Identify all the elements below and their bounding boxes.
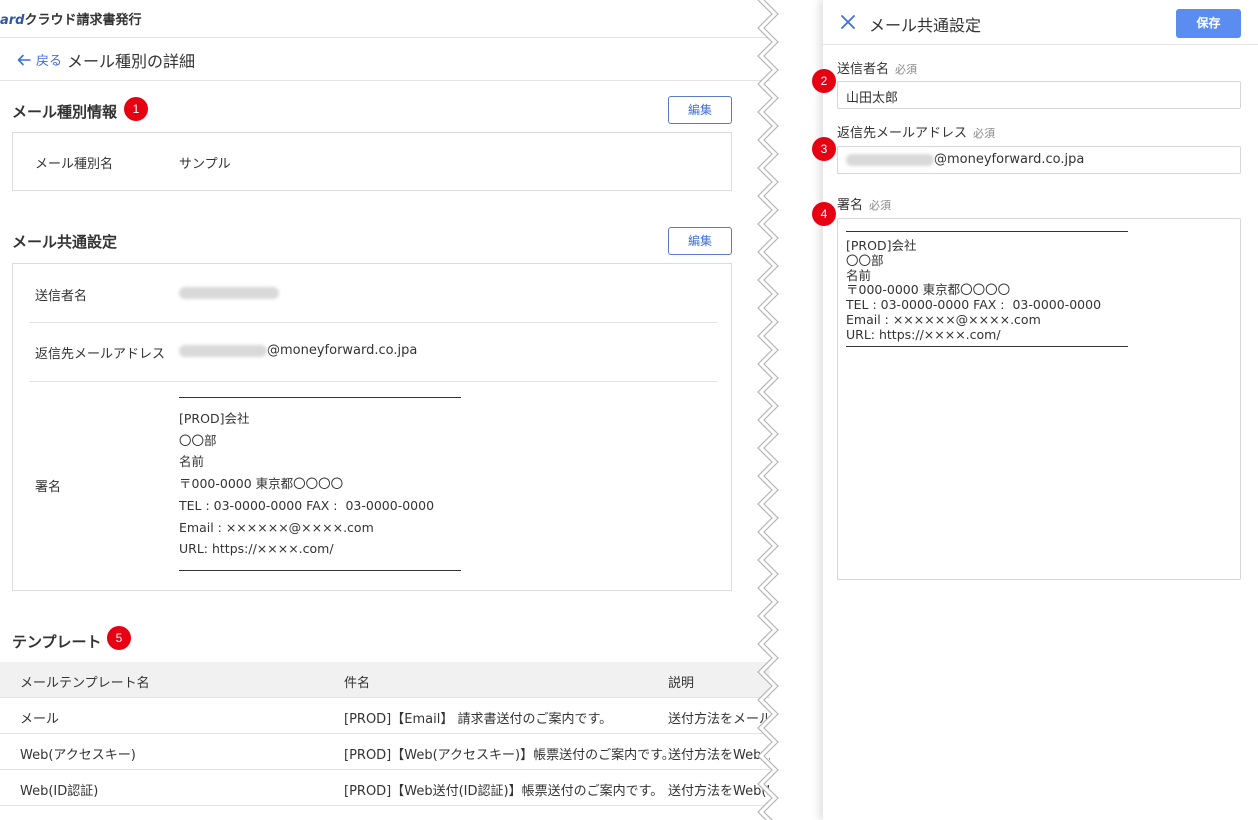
column-header-subject: 件名 (344, 676, 371, 691)
page-subheader: 戻る メール種別の詳細 (0, 38, 770, 81)
mail-common-edit-button[interactable]: 編集 (668, 227, 732, 255)
required-marker: 必須 (895, 63, 918, 76)
template-subject: [PROD]【Email】 請求書送付のご案内です。 (344, 712, 613, 727)
template-name: Web(ID認証) (20, 784, 99, 799)
reply-address-redacted (179, 344, 267, 357)
mail-common-card: 送信者名 返信先メールアドレス @moneyforward.co.jpa 署名 … (12, 263, 732, 591)
save-button[interactable]: 保存 (1176, 9, 1241, 38)
template-subject: [PROD]【Web(アクセスキー)】帳票送付のご案内です。 (344, 748, 675, 763)
reply-address-input[interactable]: @moneyforward.co.jpa (837, 146, 1241, 174)
mail-type-name-label: メール種別名 (35, 157, 114, 172)
table-row[interactable]: メール [PROD]【Email】 請求書送付のご案内です。 送付方法をメール (0, 698, 770, 734)
signature-rule-bottom (179, 570, 461, 571)
signature-rule-top (179, 397, 461, 398)
reply-address-domain: @moneyforward.co.jpa (934, 152, 1085, 167)
back-link[interactable]: 戻る (16, 50, 62, 69)
arrow-left-icon (17, 54, 31, 65)
annotation-badge-3: 3 (812, 137, 836, 161)
reply-address-redacted (846, 153, 934, 166)
mail-common-settings-panel: メール共通設定 保存 送信者名 必須 2 山田太郎 返信先メールアドレス 必須 3 … (812, 0, 1258, 820)
table-row[interactable]: Web(アクセスキー) [PROD]【Web(アクセスキー)】帳票送付のご案内で… (0, 734, 770, 770)
app-header: ardクラウド請求書発行 (0, 0, 770, 38)
template-name: Web(アクセスキー) (20, 748, 136, 763)
zigzag-cut-separator (757, 0, 779, 820)
mail-common-title: メール共通設定 (12, 233, 118, 251)
annotation-badge-4: 4 (812, 202, 836, 226)
reply-address-domain: @moneyforward.co.jpa (267, 343, 418, 358)
panel-title: メール共通設定 (869, 16, 982, 35)
sender-name-field-label: 送信者名 必須 (837, 58, 917, 77)
annotation-badge-2: 2 (812, 69, 836, 93)
required-marker: 必須 (869, 199, 892, 212)
reply-address-field-label: 返信先メールアドレス 必須 (837, 122, 995, 141)
reply-address-label: 返信先メールアドレス (35, 347, 166, 362)
sender-name-input[interactable]: 山田太郎 (837, 81, 1241, 109)
close-icon[interactable] (839, 13, 857, 31)
signature-label-text: 署名 (837, 198, 864, 213)
signature-rule-top (846, 231, 1128, 232)
table-row[interactable]: Web(ID認証) [PROD]【Web送付(ID認証)】帳票送付のご案内です。… (0, 770, 770, 806)
row-divider (29, 322, 717, 323)
templates-title: テンプレート (12, 633, 102, 651)
signature-textarea-content: [PROD]会社 〇〇部 名前 〒000-0000 東京都〇〇〇〇 TEL : … (846, 238, 1102, 342)
sender-name-label: 送信者名 (35, 289, 88, 304)
mail-type-edit-button[interactable]: 編集 (668, 96, 732, 124)
annotation-badge-1: 1 (124, 97, 148, 121)
annotation-badge-5: 5 (107, 626, 131, 650)
required-marker: 必須 (973, 127, 996, 140)
main-page: ardクラウド請求書発行 戻る メール種別の詳細 メール種別情報 1 編集 メー… (0, 0, 770, 820)
brand-logo-fragment: ard (0, 13, 25, 28)
signature-block: [PROD]会社 〇〇部 名前 〒000-0000 東京都〇〇〇〇 TEL : … (13, 381, 731, 591)
sender-name-label-text: 送信者名 (837, 62, 890, 77)
signature-textarea[interactable]: [PROD]会社 〇〇部 名前 〒000-0000 東京都〇〇〇〇 TEL : … (837, 218, 1241, 580)
template-name: メール (20, 712, 60, 727)
sender-name-value-redacted (179, 285, 279, 300)
column-header-name: メールテンプレート名 (20, 676, 150, 691)
brand-name: クラウド請求書発行 (24, 13, 142, 28)
template-subject: [PROD]【Web送付(ID認証)】帳票送付のご案内です。 (344, 784, 664, 799)
signature-text: [PROD]会社 〇〇部 名前 〒000-0000 東京都〇〇〇〇 TEL : … (179, 411, 435, 557)
page-title: メール種別の詳細 (67, 52, 196, 71)
signature-rule-bottom (846, 346, 1128, 347)
mail-type-name-value: サンプル (179, 157, 231, 172)
reply-address-label-text: 返信先メールアドレス (837, 126, 968, 141)
app-brand: ardクラウド請求書発行 (0, 9, 142, 28)
column-header-description: 説明 (668, 676, 695, 691)
panel-header: メール共通設定 保存 (823, 0, 1258, 45)
mail-type-info-card: メール種別名 サンプル (12, 132, 732, 191)
mail-type-info-title: メール種別情報 (12, 103, 118, 121)
table-header: メールテンプレート名 件名 説明 (0, 662, 770, 698)
back-label: 戻る (36, 54, 63, 69)
reply-address-value: @moneyforward.co.jpa (179, 343, 417, 358)
signature-field-label: 署名 必須 (837, 194, 891, 213)
